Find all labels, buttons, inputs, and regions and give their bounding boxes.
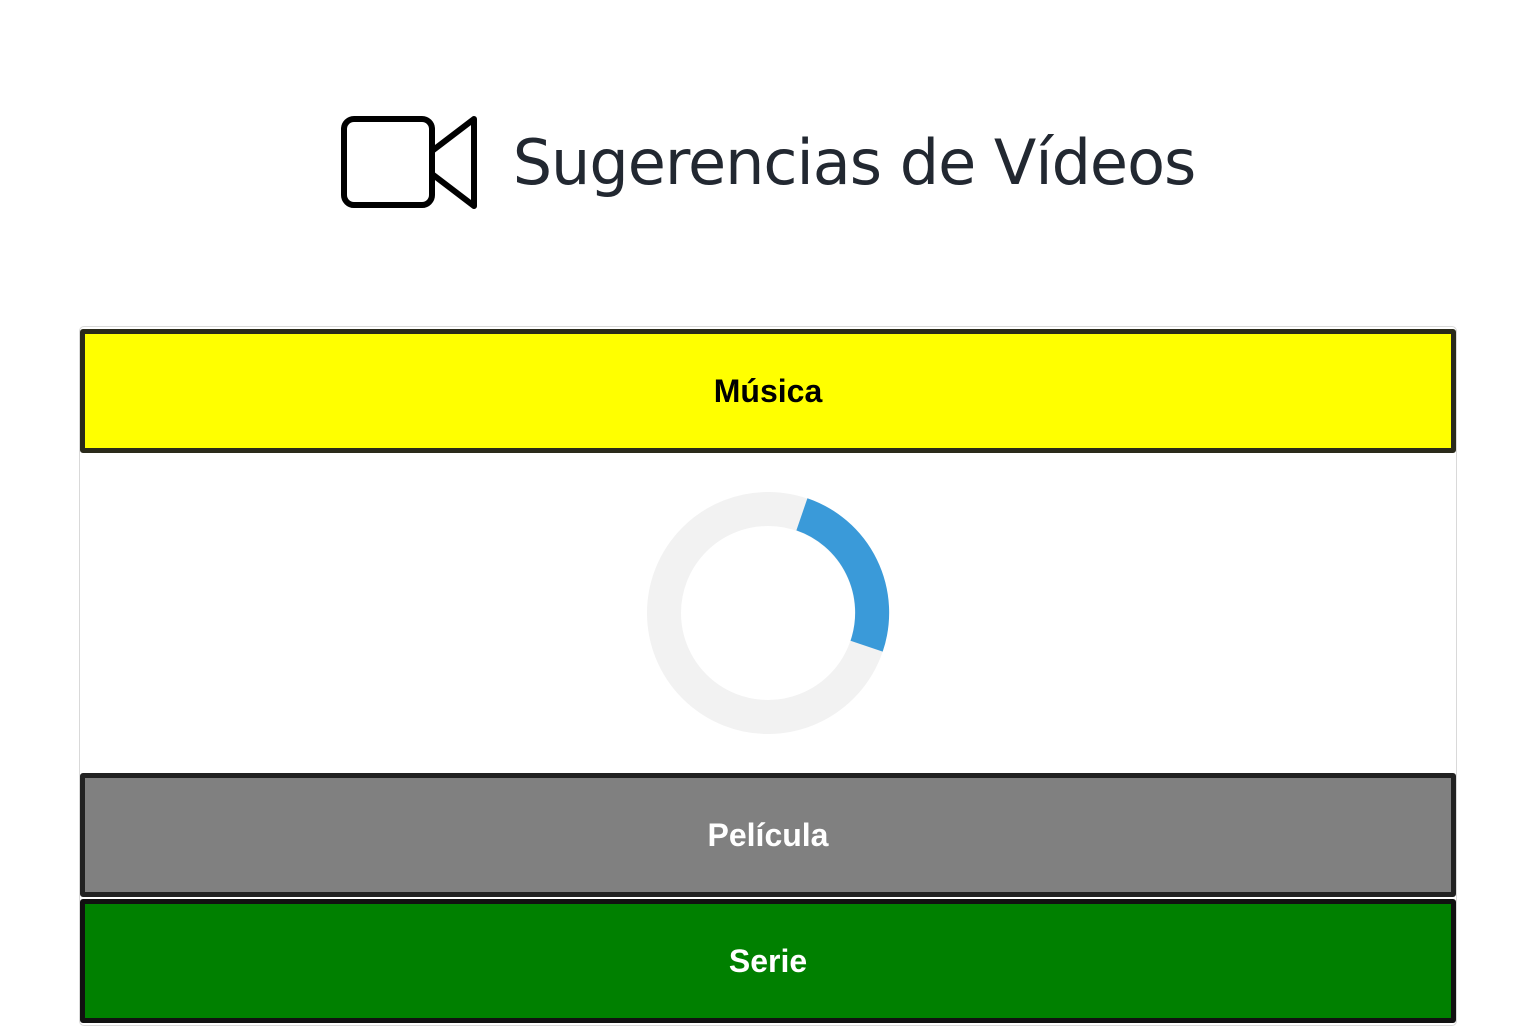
video-camera-icon <box>340 114 481 210</box>
category-button-pelicula[interactable]: Película <box>80 773 1456 897</box>
category-label: Película <box>707 816 829 853</box>
category-button-musica[interactable]: Música <box>80 329 1456 453</box>
category-button-serie[interactable]: Serie <box>80 899 1456 1023</box>
page-title: Sugerencias de Vídeos <box>512 125 1197 199</box>
category-label: Serie <box>728 942 808 979</box>
category-accordion: Música Película Serie <box>79 326 1457 1026</box>
loading-spinner-icon <box>647 492 890 734</box>
category-content <box>80 453 1456 773</box>
page: Sugerencias de Vídeos Música Película Se… <box>0 0 1536 1026</box>
page-header: Sugerencias de Vídeos <box>0 112 1536 212</box>
category-label: Música <box>713 372 823 409</box>
